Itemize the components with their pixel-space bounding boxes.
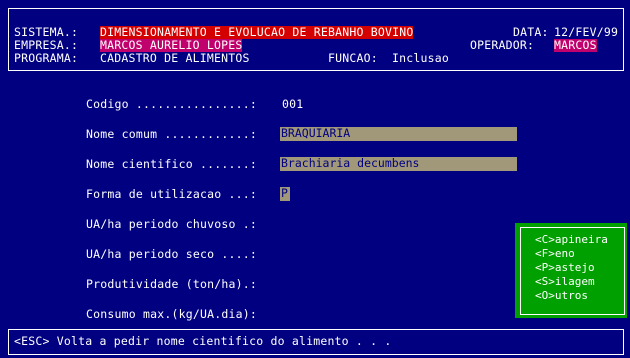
nome-cientifico-label: Nome cientifico .......: (86, 157, 265, 171)
programa-value: CADASTRO DE ALIMENTOS (100, 51, 250, 65)
operador-value: MARCOS (554, 38, 597, 52)
codigo-label: Codigo ................: (86, 97, 265, 111)
ua-seco-label: UA/ha periodo seco ....: (86, 247, 257, 261)
menu-item-feno[interactable]: <F>eno (535, 248, 575, 260)
codigo-value: 001 (282, 97, 304, 111)
funcao-value: Inclusao (392, 51, 449, 65)
funcao-label: FUNCAO: (328, 51, 385, 65)
operador-label: OPERADOR: (470, 38, 542, 52)
menu-item-capineira[interactable]: <C>apineira (535, 234, 608, 246)
ua-chuvoso-label: UA/ha periodo chuvoso .: (86, 217, 257, 231)
menu-item-silagem[interactable]: <S>ilagem (535, 276, 595, 288)
menu-item-outros[interactable]: <O>utros (535, 290, 588, 302)
nome-comum-label: Nome comum ............: (86, 127, 265, 141)
programa-label: PROGRAMA: (14, 51, 86, 65)
dos-screen: SISTEMA.: DIMENSIONAMENTO E EVOLUCAO DE … (0, 0, 630, 358)
nome-cientifico-field[interactable]: Brachiaria decumbens (280, 157, 517, 171)
nome-comum-field[interactable]: BRAQUIARIA (280, 127, 517, 141)
forma-utilizacao-label: Forma de utilizacao ...: (86, 187, 265, 201)
produtividade-label: Produtividade (ton/ha).: (86, 277, 257, 291)
consumo-label: Consumo max.(kg/UA.dia): (86, 307, 257, 321)
menu-item-pastejo[interactable]: <P>astejo (535, 262, 595, 274)
forma-utilizacao-field[interactable]: P (280, 187, 290, 201)
status-message: <ESC> Volta a pedir nome cientifico do a… (14, 334, 392, 348)
